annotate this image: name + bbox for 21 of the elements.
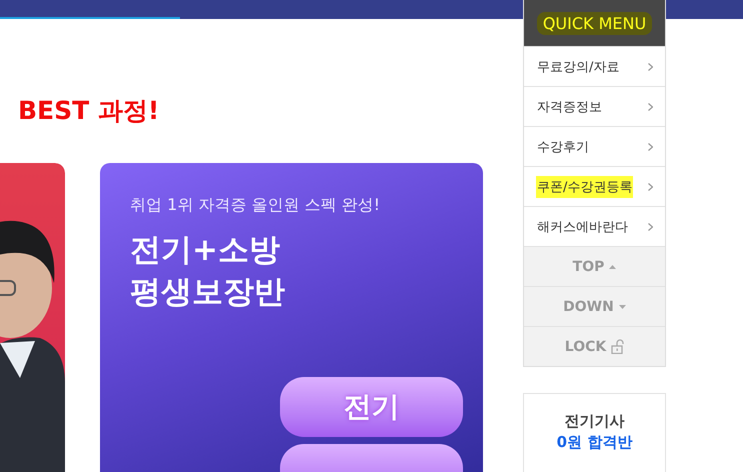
quick-menu-title: QUICK MENU [536, 12, 652, 34]
promo-card[interactable]: 취업 1위 자격증 올인원 스펙 완성! 전기+소방 평생보장반 전기 [100, 163, 483, 472]
quick-menu-item[interactable]: 수강후기 [524, 126, 665, 166]
chevron-icon [648, 142, 653, 150]
side-banner[interactable]: 전기기사 0원 합격반 [523, 393, 666, 472]
chevron-icon [648, 182, 653, 190]
quick-menu-item[interactable]: 자격증정보 [524, 86, 665, 126]
promo-title: 평생보장반 [130, 273, 285, 312]
chevron-icon [648, 102, 653, 110]
promo-title: 전기+소방 [130, 231, 280, 270]
banner-title: 전기기사 [564, 411, 624, 431]
chevron-icon [648, 222, 653, 230]
caret-up-icon [609, 264, 616, 268]
banner-subtitle: 0원 합격반 [556, 432, 632, 453]
promo-subtitle: 취업 1위 자격증 올인원 스펙 완성! [130, 195, 380, 215]
chevron-icon [648, 62, 653, 70]
unlock-icon [611, 339, 624, 354]
quick-menu-item[interactable]: 무료강의/자료 [524, 46, 665, 86]
quick-menu-item[interactable]: 쿠폰/수강권등록 [524, 166, 665, 206]
section-heading: BEST 과정! [18, 95, 160, 127]
caret-down-icon [618, 304, 626, 308]
